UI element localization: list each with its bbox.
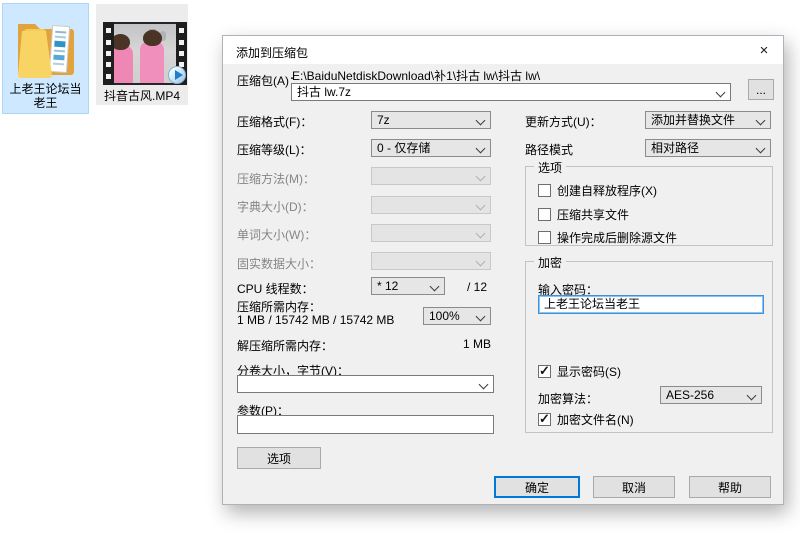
checkbox-label: 加密文件名(N) bbox=[557, 413, 634, 427]
parameters-input[interactable] bbox=[237, 415, 494, 434]
level-label: 压缩等级(L)： bbox=[237, 143, 312, 157]
play-overlay-icon bbox=[168, 66, 186, 84]
video-thumbnail bbox=[103, 22, 187, 85]
check-icon: ✓ bbox=[539, 411, 550, 426]
checkbox-label: 压缩共享文件 bbox=[557, 208, 630, 222]
ok-button[interactable]: 确定 bbox=[494, 476, 580, 498]
checkbox-delete-after[interactable]: 操作完成后删除源文件 bbox=[538, 229, 677, 246]
close-icon[interactable]: × bbox=[747, 37, 781, 63]
checkbox-box[interactable]: ✓ bbox=[538, 363, 551, 378]
password-input[interactable]: 上老王论坛当老王 bbox=[538, 295, 764, 314]
encryption-group-title: 加密 bbox=[534, 254, 567, 271]
dialog-title: 添加到压缩包 bbox=[236, 46, 309, 60]
path-mode-combobox[interactable]: 相对路径 bbox=[645, 139, 771, 157]
cpu-threads-combobox[interactable]: * 12 bbox=[371, 277, 445, 295]
folder-icon-label: 上老王论坛当老王 bbox=[9, 82, 82, 110]
video-frame bbox=[114, 24, 176, 83]
dictionary-combobox bbox=[371, 196, 491, 214]
checkbox-box[interactable] bbox=[538, 231, 551, 244]
volume-size-combobox[interactable] bbox=[237, 375, 494, 393]
archive-name-combobox[interactable]: 抖古 lw.7z bbox=[291, 83, 731, 101]
cancel-button[interactable]: 取消 bbox=[593, 476, 675, 498]
add-to-archive-dialog: 添加到压缩包 × 压缩包(A)： E:\BaiduNetdiskDownload… bbox=[222, 35, 784, 505]
checkbox-box[interactable]: ✓ bbox=[538, 411, 551, 426]
memory-decompress-label: 解压缩所需内存： bbox=[237, 339, 334, 353]
checkbox-box[interactable] bbox=[538, 184, 551, 197]
desktop-icon-folder[interactable]: 上老王论坛当老王 bbox=[2, 3, 89, 114]
word-size-combobox bbox=[371, 224, 491, 242]
filmstrip-left bbox=[103, 22, 114, 85]
dialog-titlebar[interactable]: 添加到压缩包 × bbox=[223, 36, 783, 64]
checkbox-encrypt-filenames[interactable]: ✓ 加密文件名(N) bbox=[538, 411, 634, 428]
method-label: 压缩方法(M)： bbox=[237, 172, 315, 186]
format-combobox[interactable]: 7z bbox=[371, 111, 491, 129]
help-button[interactable]: 帮助 bbox=[689, 476, 771, 498]
desktop-icon-video[interactable]: 抖音古风.MP4 bbox=[96, 4, 188, 105]
cpu-threads-label: CPU 线程数： bbox=[237, 282, 314, 296]
format-label: 压缩格式(F)： bbox=[237, 115, 313, 129]
solid-size-combobox bbox=[371, 252, 491, 270]
method-combobox bbox=[371, 167, 491, 185]
memory-decompress-value: 1 MB bbox=[462, 337, 491, 351]
path-mode-label: 路径模式 bbox=[525, 143, 574, 157]
folder-icon bbox=[18, 24, 74, 78]
video-icon-label: 抖音古风.MP4 bbox=[103, 89, 180, 103]
cpu-threads-total: / 12 bbox=[467, 280, 488, 294]
checkbox-label: 显示密码(S) bbox=[557, 365, 621, 379]
options-group-title: 选项 bbox=[534, 159, 567, 176]
browse-button[interactable]: ... bbox=[748, 79, 774, 100]
checkbox-label: 操作完成后删除源文件 bbox=[557, 231, 678, 245]
encryption-method-combobox[interactable]: AES-256 bbox=[660, 386, 762, 404]
memory-percent-combobox[interactable]: 100% bbox=[423, 307, 491, 325]
checkbox-show-password[interactable]: ✓ 显示密码(S) bbox=[538, 363, 621, 380]
encryption-method-label: 加密算法： bbox=[538, 392, 599, 406]
checkbox-box[interactable] bbox=[538, 208, 551, 221]
checkbox-shared-files[interactable]: 压缩共享文件 bbox=[538, 206, 629, 223]
options-groupbox: 选项 创建自释放程序(X) 压缩共享文件 操作完成后删除源文件 bbox=[525, 159, 773, 246]
archive-path: E:\BaiduNetdiskDownload\补1\抖古 lw\抖古 lw\ bbox=[292, 69, 541, 83]
checkbox-label: 创建自释放程序(X) bbox=[557, 184, 657, 198]
dictionary-label: 字典大小(D)： bbox=[237, 200, 314, 214]
level-combobox[interactable]: 0 - 仅存储 bbox=[371, 139, 491, 157]
update-mode-combobox[interactable]: 添加并替换文件 bbox=[645, 111, 771, 129]
solid-size-label: 固实数据大小： bbox=[237, 257, 322, 271]
checkbox-create-sfx[interactable]: 创建自释放程序(X) bbox=[538, 182, 657, 199]
check-icon: ✓ bbox=[539, 363, 550, 378]
options-button[interactable]: 选项 bbox=[237, 447, 321, 469]
memory-compress-detail: 1 MB / 15742 MB / 15742 MB bbox=[237, 313, 395, 327]
encryption-groupbox: 加密 输入密码： 上老王论坛当老王 ✓ 显示密码(S) 加密算法： AES-25… bbox=[525, 254, 773, 433]
word-size-label: 单词大小(W)： bbox=[237, 228, 317, 242]
update-mode-label: 更新方式(U)： bbox=[525, 115, 602, 129]
